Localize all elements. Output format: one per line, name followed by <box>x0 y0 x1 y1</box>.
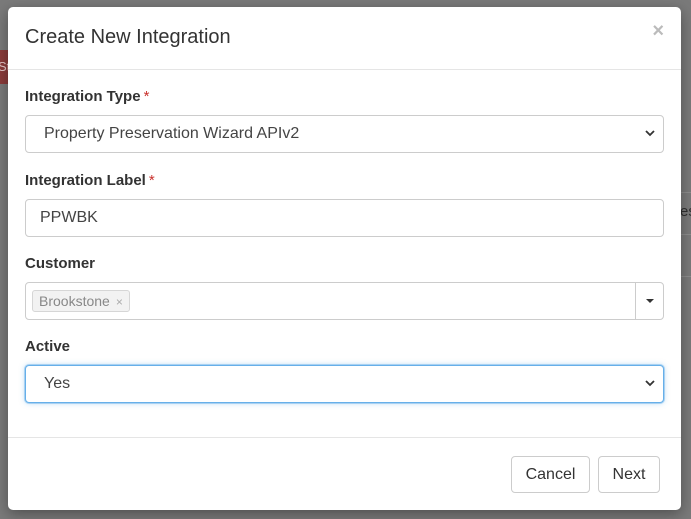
customer-dropdown-toggle[interactable] <box>635 283 663 319</box>
integration-type-label: Integration Type * <box>25 88 149 105</box>
integration-label-input[interactable]: PPWBK <box>25 199 664 237</box>
modal-footer: Cancel Next <box>8 437 681 510</box>
integration-label-value: PPWBK <box>40 209 98 226</box>
caret-down-icon <box>646 299 654 303</box>
background-divider <box>680 234 691 235</box>
required-marker: * <box>148 172 155 189</box>
active-label: Active <box>25 338 70 355</box>
create-integration-modal: Create New Integration × Integration Typ… <box>8 7 681 510</box>
active-select[interactable]: Yes <box>25 365 664 403</box>
chevron-down-icon <box>645 130 655 137</box>
integration-label-label: Integration Label * <box>25 172 155 189</box>
tag-remove-icon[interactable]: × <box>116 295 123 309</box>
modal-header: Create New Integration × <box>8 7 681 70</box>
cancel-button[interactable]: Cancel <box>511 456 590 493</box>
customer-label-text: Customer <box>25 255 96 272</box>
integration-type-select[interactable]: Property Preservation Wizard APIv2 <box>25 115 664 153</box>
next-button[interactable]: Next <box>598 456 660 493</box>
customer-tag-label: Brookstone <box>39 293 110 309</box>
integration-type-label-text: Integration Type <box>25 88 141 105</box>
integration-type-value: Property Preservation Wizard APIv2 <box>44 125 300 142</box>
close-icon[interactable]: × <box>652 21 664 41</box>
customer-label: Customer <box>25 255 95 272</box>
chevron-down-icon <box>645 380 655 387</box>
integration-label-label-text: Integration Label <box>25 172 146 189</box>
customer-tag: Brookstone × <box>32 290 130 312</box>
background-text: es <box>680 203 691 220</box>
active-value: Yes <box>44 375 71 392</box>
customer-multiselect[interactable]: Brookstone × <box>25 282 664 320</box>
background-divider <box>680 276 691 277</box>
required-marker: * <box>143 88 150 105</box>
modal-title: Create New Integration <box>25 26 231 48</box>
active-label-text: Active <box>25 338 71 355</box>
background-divider <box>680 192 691 193</box>
